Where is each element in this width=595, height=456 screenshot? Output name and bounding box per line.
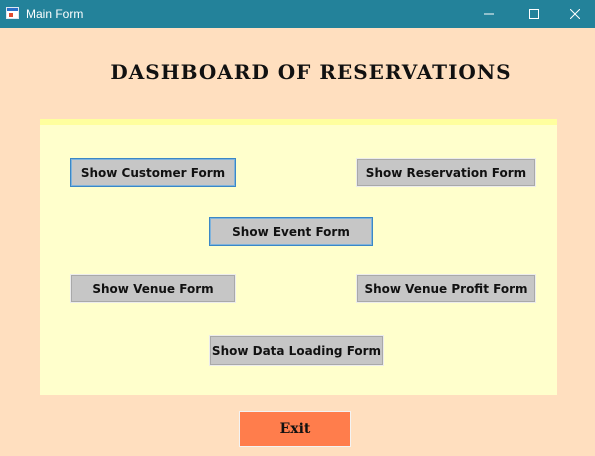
minimize-icon <box>484 13 494 15</box>
show-data-loading-form-button[interactable]: Show Data Loading Form <box>209 335 384 366</box>
show-reservation-form-button[interactable]: Show Reservation Form <box>356 158 536 187</box>
dashboard-heading: DASHBOARD OF RESERVATIONS <box>110 60 512 84</box>
maximize-button[interactable] <box>511 0 557 28</box>
show-venue-profit-form-button[interactable]: Show Venue Profit Form <box>356 274 536 303</box>
form-app-icon <box>6 7 19 19</box>
minimize-button[interactable] <box>466 0 512 28</box>
window-title: Main Form <box>26 7 84 21</box>
show-venue-form-button[interactable]: Show Venue Form <box>70 274 236 303</box>
maximize-icon <box>529 9 539 19</box>
close-button[interactable] <box>552 0 595 28</box>
close-icon <box>570 9 580 19</box>
show-customer-form-button[interactable]: Show Customer Form <box>70 158 236 187</box>
show-event-form-button[interactable]: Show Event Form <box>209 217 373 246</box>
exit-button[interactable]: Exit <box>239 411 351 447</box>
title-bar: Main Form <box>0 0 595 28</box>
